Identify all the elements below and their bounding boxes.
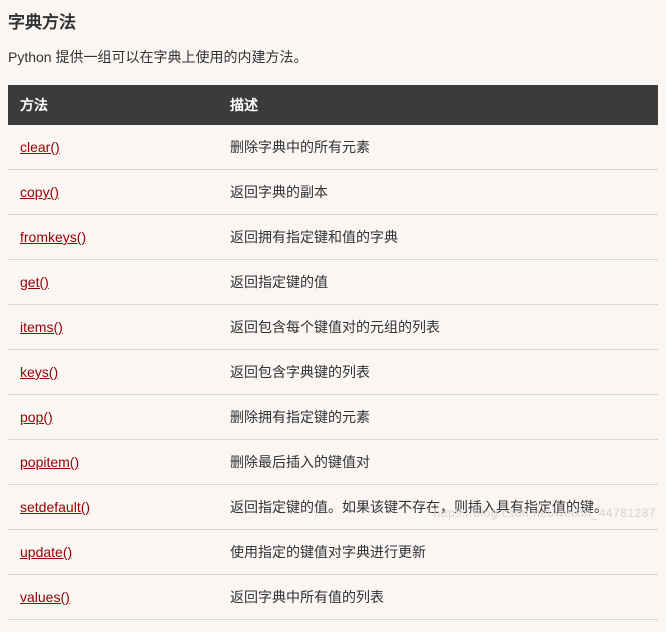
method-link[interactable]: clear()	[20, 139, 60, 155]
description-cell: 返回字典中所有值的列表	[218, 575, 658, 620]
method-link[interactable]: values()	[20, 589, 70, 605]
methods-table: 方法 描述 clear()删除字典中的所有元素copy()返回字典的副本from…	[8, 85, 658, 620]
content-container: 字典方法 Python 提供一组可以在字典上使用的内建方法。 方法 描述 cle…	[0, 0, 666, 632]
method-link[interactable]: items()	[20, 319, 63, 335]
page-title: 字典方法	[8, 8, 658, 33]
table-header-row: 方法 描述	[8, 85, 658, 125]
method-link[interactable]: popitem()	[20, 454, 79, 470]
table-row: popitem() 删除最后插入的键值对	[8, 440, 658, 485]
description-cell: 返回指定键的值	[218, 260, 658, 305]
description-cell: 使用指定的键值对字典进行更新	[218, 530, 658, 575]
table-row: keys() 返回包含字典键的列表	[8, 350, 658, 395]
description-cell: 返回包含每个键值对的元组的列表	[218, 305, 658, 350]
table-row: clear() 删除字典中的所有元素	[8, 125, 658, 170]
method-link[interactable]: fromkeys()	[20, 229, 86, 245]
method-cell: update()	[8, 530, 218, 575]
method-cell: values()	[8, 575, 218, 620]
col-header-description: 描述	[218, 85, 658, 125]
method-link[interactable]: keys()	[20, 364, 58, 380]
table-row: setdefault() 返回指定键的值。如果该键不存在，则插入具有指定值的键。	[8, 485, 658, 530]
table-row: pop() 删除拥有指定键的元素	[8, 395, 658, 440]
method-link[interactable]: update()	[20, 544, 72, 560]
intro-paragraph: Python 提供一组可以在字典上使用的内建方法。	[8, 47, 658, 67]
description-cell: 删除最后插入的键值对	[218, 440, 658, 485]
description-cell: 删除拥有指定键的元素	[218, 395, 658, 440]
description-cell: 返回字典的副本	[218, 170, 658, 215]
description-cell: 返回包含字典键的列表	[218, 350, 658, 395]
method-link[interactable]: get()	[20, 274, 49, 290]
table-row: get() 返回指定键的值	[8, 260, 658, 305]
method-cell: clear()	[8, 125, 218, 170]
description-cell: 返回指定键的值。如果该键不存在，则插入具有指定值的键。	[218, 485, 658, 530]
method-cell: get()	[8, 260, 218, 305]
method-link[interactable]: copy()	[20, 184, 59, 200]
method-link[interactable]: setdefault()	[20, 499, 90, 515]
description-cell: 删除字典中的所有元素	[218, 125, 658, 170]
table-row: values() 返回字典中所有值的列表	[8, 575, 658, 620]
method-cell: pop()	[8, 395, 218, 440]
method-cell: popitem()	[8, 440, 218, 485]
method-link[interactable]: pop()	[20, 409, 53, 425]
table-row: items() 返回包含每个键值对的元组的列表	[8, 305, 658, 350]
method-cell: fromkeys()	[8, 215, 218, 260]
description-cell: 返回拥有指定键和值的字典	[218, 215, 658, 260]
table-body: clear()删除字典中的所有元素copy()返回字典的副本fromkeys()…	[8, 125, 658, 620]
method-cell: copy()	[8, 170, 218, 215]
table-row: fromkeys() 返回拥有指定键和值的字典	[8, 215, 658, 260]
col-header-method: 方法	[8, 85, 218, 125]
table-row: copy() 返回字典的副本	[8, 170, 658, 215]
method-cell: setdefault()	[8, 485, 218, 530]
method-cell: items()	[8, 305, 218, 350]
table-row: update() 使用指定的键值对字典进行更新	[8, 530, 658, 575]
method-cell: keys()	[8, 350, 218, 395]
